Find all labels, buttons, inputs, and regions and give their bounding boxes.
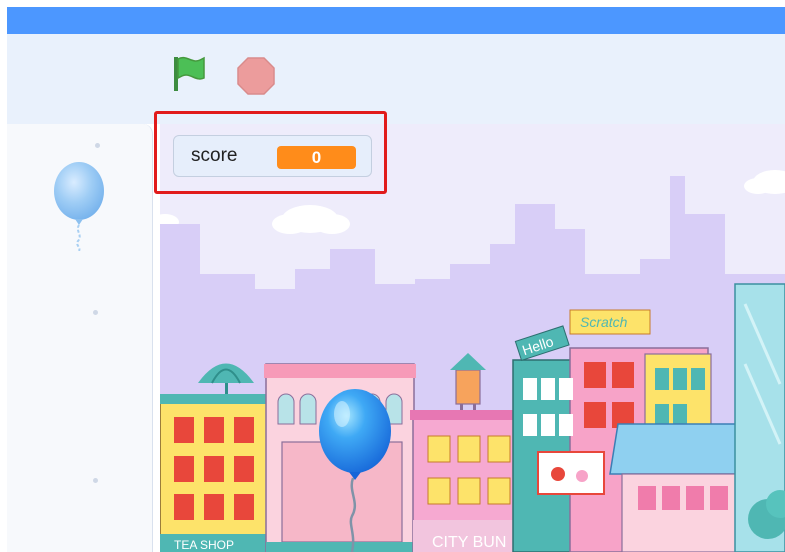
cloud [744, 170, 785, 194]
scroll-dot [95, 143, 100, 148]
sprite-list-panel [7, 124, 153, 552]
city-bun-sign: CITY BUN [432, 534, 506, 551]
menu-bar [7, 7, 785, 34]
green-flag-icon[interactable] [170, 54, 214, 94]
tea-shop-sign: TEA SHOP [174, 538, 234, 552]
highlight-box [154, 111, 387, 194]
cafe-sign [537, 451, 605, 495]
city-bun-building: CITY BUN [410, 410, 530, 552]
scroll-dot [93, 310, 98, 315]
balloon-sprite-thumbnail[interactable] [51, 161, 107, 256]
sprite-sidebar [7, 124, 157, 552]
scroll-dot [93, 478, 98, 483]
cloud [272, 205, 350, 234]
stage-controls-bar [7, 34, 785, 124]
tea-shop-building: TEA SHOP [160, 394, 272, 552]
stop-sign-icon[interactable] [236, 56, 276, 96]
scratch-sign: Scratch [580, 314, 628, 330]
